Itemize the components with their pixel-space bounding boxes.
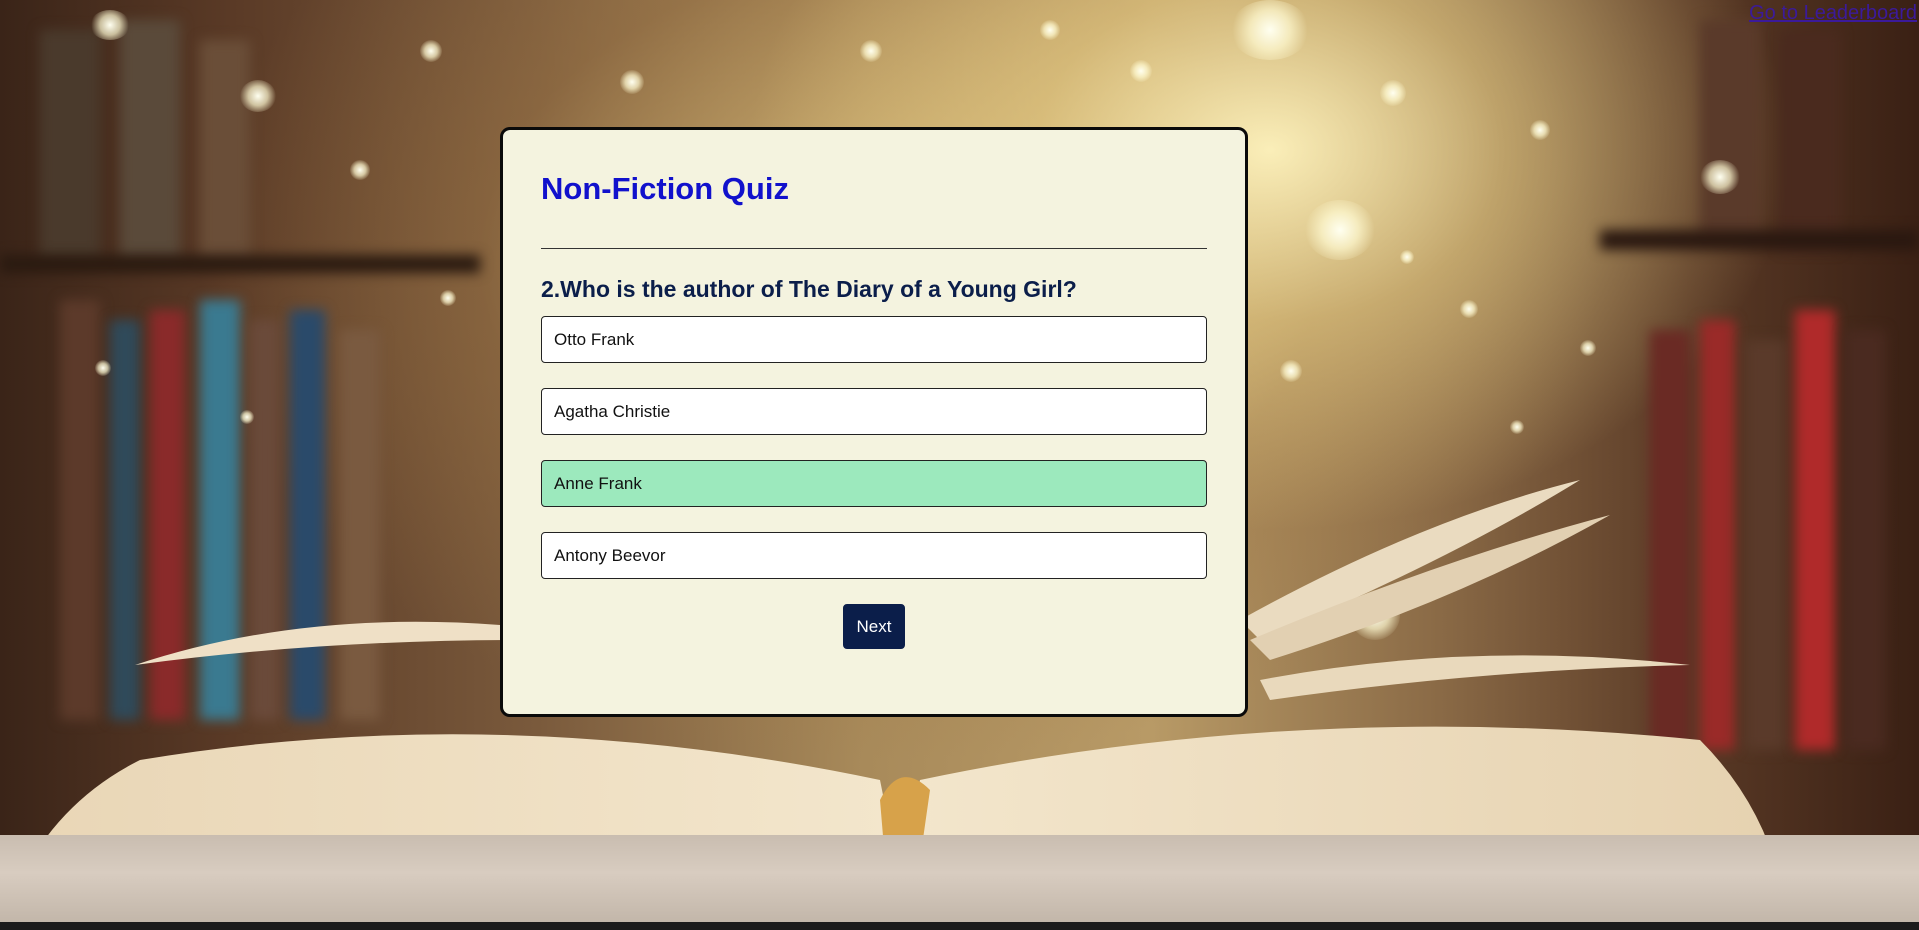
answer-option-label: Otto Frank	[554, 329, 635, 349]
leaderboard-link[interactable]: Go to Leaderboard	[1749, 2, 1917, 25]
answer-option[interactable]: Otto Frank	[541, 316, 1207, 363]
question-text: 2.Who is the author of The Diary of a Yo…	[541, 276, 1077, 302]
quiz-card: Non-Fiction Quiz 2.Who is the author of …	[500, 127, 1248, 717]
answer-option-correct[interactable]: Anne Frank	[541, 460, 1207, 507]
answer-option-label: Agatha Christie	[554, 401, 671, 421]
answer-list: Otto Frank Agatha Christie Anne Frank An…	[541, 316, 1207, 579]
answer-option-label: Antony Beevor	[554, 545, 666, 565]
quiz-title: Non-Fiction Quiz	[541, 171, 789, 206]
next-button[interactable]: Next	[842, 604, 906, 649]
answer-option[interactable]: Agatha Christie	[541, 388, 1207, 435]
answer-option[interactable]: Antony Beevor	[541, 532, 1207, 579]
next-button-container: Next	[541, 604, 1207, 649]
answer-option-label: Anne Frank	[554, 473, 642, 493]
divider	[541, 248, 1207, 249]
